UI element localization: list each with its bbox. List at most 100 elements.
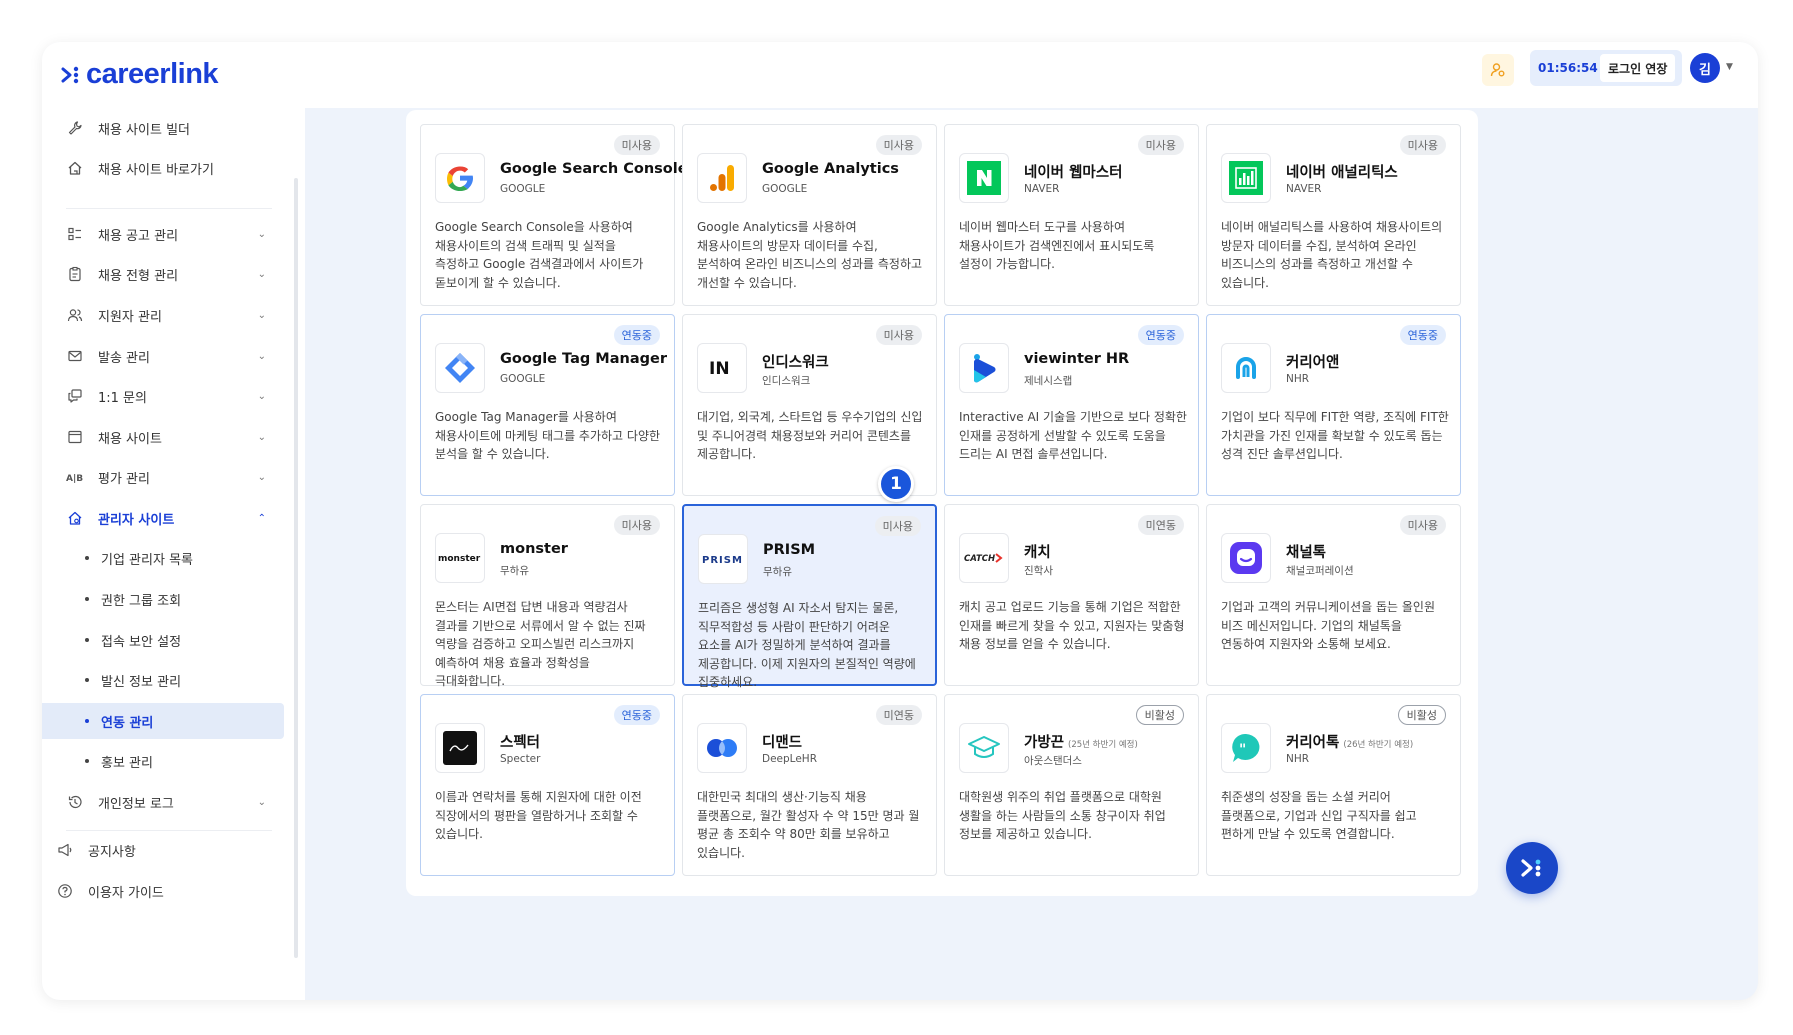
integration-description: 취준생의 성장을 돕는 소셜 커리어 플랫폼으로, 기업과 신입 구직자를 쉽고… xyxy=(1221,790,1417,841)
sidebar-item-privacy-log[interactable]: 개인정보 로그 ⌄ xyxy=(66,784,266,820)
session-timer: 01:56:54 로그인 연장 xyxy=(1530,50,1682,86)
sidebar-item-label: 관리자 사이트 xyxy=(98,512,175,528)
sidebar-item-notice[interactable]: 공지사항 xyxy=(56,832,256,868)
integration-name: 스펙터 xyxy=(500,735,541,751)
sidebar-item-label: 발송 관리 xyxy=(98,350,150,366)
sidebar-item-inquiry[interactable]: 1:1 문의 ⌄ xyxy=(66,378,266,414)
integration-card[interactable]: 미사용 Google Search Console GOOGLE Google … xyxy=(420,124,688,306)
integration-description: 기업이 보다 직무에 FIT한 역량, 조직에 FIT한 가치관을 가진 인재를… xyxy=(1221,410,1449,461)
admin-home-icon xyxy=(66,509,84,527)
bullet-dot xyxy=(85,556,89,560)
sidebar: 채용 사이트 빌더 채용 사이트 바로가기 채용 공고 관리 ⌄ 채용 전형 관… xyxy=(42,108,305,1000)
sidebar-subitem-company-admins[interactable]: 기업 관리자 목록 xyxy=(85,540,285,576)
integration-card[interactable]: 미사용 Google Analytics GOOGLE Google Analy… xyxy=(682,124,937,306)
integration-card[interactable]: 연동중 커리어앤 NHR 기업이 보다 직무에 FIT한 역량, 조직에 FIT… xyxy=(1206,314,1461,496)
integration-name-text: 커리어톡 xyxy=(1286,735,1340,751)
integration-card[interactable]: 비활성 " 커리어톡 (26년 하반기 예정) NHR 취준생의 성장을 돕는 소… xyxy=(1206,694,1461,876)
status-badge: 비활성 xyxy=(1135,705,1184,725)
sidebar-item-hiring-process[interactable]: 채용 전형 관리 ⌄ xyxy=(66,256,266,292)
integration-card[interactable]: 연동중 Google Tag Manager GOOGLE Google Tag… xyxy=(420,314,675,496)
sidebar-item-user-guide[interactable]: 이용자 가이드 xyxy=(56,873,256,909)
sidebar-item-label: 평가 관리 xyxy=(98,471,150,487)
sidebar-subitem-integrations[interactable]: 연동 관리 xyxy=(42,703,284,739)
careerlink-logo[interactable]: careerlink xyxy=(60,58,219,91)
integration-vendor: GOOGLE xyxy=(500,373,546,385)
sidebar-item-label: 채용 사이트 빌더 xyxy=(98,122,190,138)
sidebar-item-messaging[interactable]: 발송 관리 ⌄ xyxy=(66,338,266,374)
integration-card[interactable]: 비활성 가방끈 (25년 하반기 예정) 아웃스탠더스 대학원생 위주의 취업 플… xyxy=(944,694,1199,876)
chevron-down-icon: ⌄ xyxy=(257,309,266,321)
status-badge: 연동중 xyxy=(613,705,660,725)
chevron-down-icon: ⌄ xyxy=(257,350,266,362)
integration-description: 대학원생 위주의 취업 플랫폼으로 대학원 생활을 하는 사람들의 소통 창구이… xyxy=(959,790,1166,841)
sidebar-item-admin-site[interactable]: 관리자 사이트 ⌃ xyxy=(66,500,266,536)
integration-vendor: 채널코퍼레이션 xyxy=(1286,565,1354,577)
sidebar-item-job-posting[interactable]: 채용 공고 관리 ⌄ xyxy=(66,216,266,252)
integration-description: Google Analytics를 사용하여 채용사이트의 방문자 데이터를 수… xyxy=(697,220,923,290)
integration-name: 네이버 웹마스터 xyxy=(1024,165,1123,181)
chevron-down-icon: ⌄ xyxy=(257,268,266,280)
sidebar-item-applicants[interactable]: 지원자 관리 ⌄ xyxy=(66,297,266,333)
sidebar-item-career-site[interactable]: 채용 사이트 ⌄ xyxy=(66,419,266,455)
browser-icon xyxy=(66,428,84,446)
divider xyxy=(66,208,272,209)
sidebar-item-site-builder[interactable]: 채용 사이트 빌더 xyxy=(66,110,266,146)
user-settings-button[interactable] xyxy=(1482,54,1514,86)
careerlink-launcher-icon xyxy=(1521,859,1541,877)
google-logo-icon xyxy=(435,153,485,203)
bullet-dot xyxy=(85,638,89,642)
integration-card[interactable]: 연동중 스펙터 Specter 이름과 연락처를 통해 지원자에 대한 이전 직… xyxy=(420,694,675,876)
integration-name-text: 가방끈 xyxy=(1024,735,1065,751)
indiswork-logo-icon: IN xyxy=(697,343,747,393)
bullet-dot xyxy=(85,678,89,682)
session-timer-value: 01:56:54 xyxy=(1538,61,1598,75)
integration-description: 대기업, 외국계, 스타트업 등 우수기업의 신입 및 주니어경력 채용정보와 … xyxy=(697,410,923,461)
avatar[interactable]: 김 xyxy=(1690,53,1720,83)
integration-card[interactable]: 미사용 monster monster 무하유 몬스터는 AI면접 답변 내용과… xyxy=(420,504,675,688)
integration-description: Google Search Console을 사용하여 채용사이트의 검색 트래… xyxy=(435,220,644,290)
svg-text:": " xyxy=(1239,742,1246,758)
svg-text:CATCH: CATCH xyxy=(964,554,995,564)
integration-vendor: DeepLeHR xyxy=(762,753,817,765)
integration-card[interactable]: 연동중 viewinter HR 제네시스랩 Interactive AI 기술… xyxy=(944,314,1199,496)
integration-name: viewinter HR xyxy=(1024,351,1130,367)
sidebar-subitem-sender-info[interactable]: 발신 정보 관리 xyxy=(85,662,285,698)
integration-name: 캐치 xyxy=(1024,545,1051,561)
status-badge: 미사용 xyxy=(1137,135,1184,155)
extend-login-button[interactable]: 로그인 연장 xyxy=(1600,54,1676,82)
bullet-dot xyxy=(85,597,89,601)
status-badge: 미사용 xyxy=(875,135,922,155)
mail-icon xyxy=(66,347,84,365)
sidebar-subitem-label: 접속 보안 설정 xyxy=(101,634,182,650)
integration-card[interactable]: 미연동 디맨드 DeepLeHR 대한민국 최대의 생산·기능직 채용 플랫폼으… xyxy=(682,694,937,876)
sidebar-item-evaluation[interactable]: A|B 평가 관리 ⌄ xyxy=(66,459,266,495)
integration-name: monster xyxy=(500,541,568,557)
viewinter-logo-icon xyxy=(959,343,1009,393)
sidebar-scrollbar[interactable] xyxy=(294,178,298,958)
demand-logo-icon xyxy=(697,723,747,773)
status-badge: 미사용 xyxy=(874,516,921,536)
sidebar-subitem-security[interactable]: 접속 보안 설정 xyxy=(85,622,285,658)
integration-card[interactable]: 미연동 CATCH 캐치 진학사 캐치 공고 업로드 기능을 통해 기업은 적합… xyxy=(944,504,1199,686)
integration-card[interactable]: 미사용 네이버 웹마스터 NAVER 네이버 웹마스터 도구를 사용하여 채용사… xyxy=(944,124,1199,306)
integration-card-selected[interactable]: 미사용 PRISM PRISM 무하유 프리즘은 생성형 AI 자소서 탐지는 … xyxy=(682,504,937,689)
chevron-down-icon[interactable]: ▼ xyxy=(1726,62,1733,72)
sidebar-subitem-label: 연동 관리 xyxy=(101,715,154,731)
sidebar-item-site-shortcut[interactable]: 채용 사이트 바로가기 xyxy=(66,150,266,186)
sidebar-item-label: 채용 전형 관리 xyxy=(98,268,179,284)
sidebar-item-label: 지원자 관리 xyxy=(98,309,162,325)
integration-vendor: 무하유 xyxy=(500,565,529,577)
user-gear-icon xyxy=(1490,63,1505,77)
sidebar-subitem-label: 홍보 관리 xyxy=(101,755,153,771)
sidebar-item-label: 1:1 문의 xyxy=(98,390,147,406)
integration-card[interactable]: 미사용 채널톡 채널코퍼레이션 기업과 고객의 커뮤니케이션을 돕는 올인원 비… xyxy=(1206,504,1461,686)
release-note: (25년 하반기 예정) xyxy=(1068,740,1138,750)
divider xyxy=(66,830,272,831)
integration-card[interactable]: 미사용 네이버 애널리틱스 NAVER 네이버 애널리틱스를 사용하여 채용사이… xyxy=(1206,124,1461,306)
sidebar-subitem-promotion[interactable]: 홍보 관리 xyxy=(85,743,285,779)
integration-vendor: 아웃스탠더스 xyxy=(1024,755,1082,767)
chat-launcher-button[interactable] xyxy=(1506,842,1558,894)
sidebar-item-label: 채용 공고 관리 xyxy=(98,228,179,244)
sidebar-subitem-permission-groups[interactable]: 권한 그룹 조회 xyxy=(85,581,285,617)
integration-name: 네이버 애널리틱스 xyxy=(1286,165,1398,181)
